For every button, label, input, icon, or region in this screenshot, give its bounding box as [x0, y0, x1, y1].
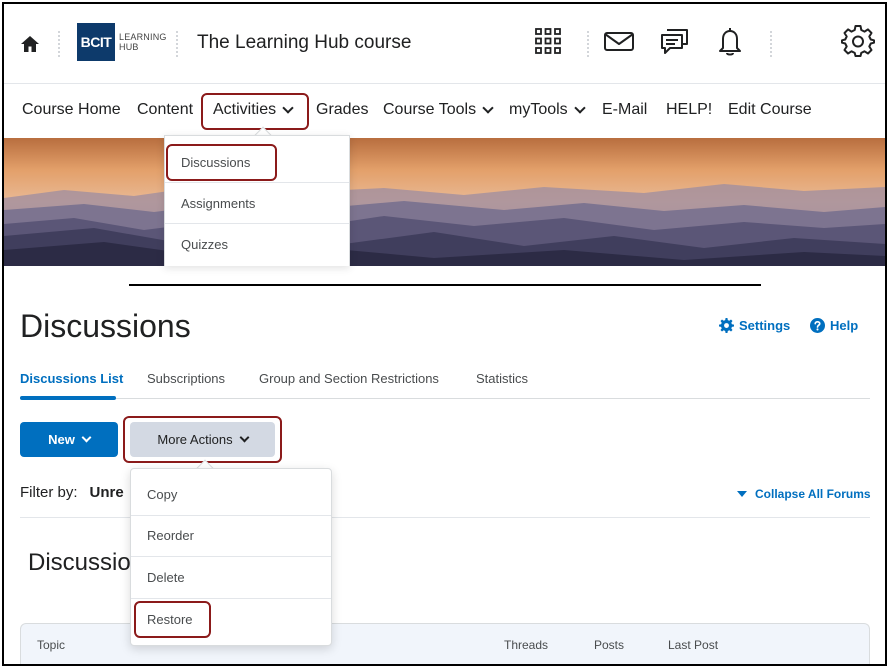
- menu-item-assignments[interactable]: Assignments: [165, 183, 349, 224]
- active-tab-indicator: [20, 396, 116, 400]
- nav-help[interactable]: HELP!: [666, 101, 712, 119]
- course-navbar: Course Home Content Activities Grades Co…: [4, 84, 885, 138]
- new-button[interactable]: New: [20, 422, 118, 457]
- divider: [176, 31, 178, 57]
- settings-link[interactable]: Settings: [719, 318, 790, 333]
- tab-discussions-list[interactable]: Discussions List: [20, 371, 123, 386]
- nav-course-tools[interactable]: Course Tools: [383, 101, 494, 119]
- logo-subtext: LEARNING HUB: [119, 32, 167, 52]
- filter-dropdown[interactable]: Unre: [90, 484, 124, 501]
- chevron-down-icon: [482, 102, 494, 114]
- nav-grades[interactable]: Grades: [316, 101, 368, 119]
- column-header-posts: Posts: [594, 638, 625, 652]
- highlight-restore: [134, 601, 211, 638]
- tab-statistics[interactable]: Statistics: [476, 371, 528, 386]
- tab-subscriptions[interactable]: Subscriptions: [147, 371, 225, 386]
- tab-group-section-restrictions[interactable]: Group and Section Restrictions: [259, 371, 439, 386]
- mail-icon[interactable]: [602, 24, 636, 58]
- caret-down-icon: [737, 491, 747, 497]
- column-header-topic: Topic: [37, 638, 66, 652]
- waffle-grid-icon[interactable]: [531, 24, 565, 58]
- nav-content[interactable]: Content: [137, 101, 193, 119]
- menu-item-delete[interactable]: Delete: [131, 557, 331, 599]
- menu-item-copy[interactable]: Copy: [131, 474, 331, 516]
- discussion-tabs: Discussions List Subscriptions Group and…: [20, 362, 870, 400]
- divider: [587, 31, 589, 57]
- logo-mark: BCIT: [77, 23, 115, 61]
- course-banner-image: [4, 138, 885, 266]
- top-bar: BCIT LEARNING HUB The Learning Hub cours…: [4, 4, 885, 84]
- column-header-threads: Threads: [504, 638, 549, 652]
- screenshot-frame: BCIT LEARNING HUB The Learning Hub cours…: [2, 2, 887, 666]
- forum-section-title: Discussio: [28, 549, 131, 576]
- bcit-logo[interactable]: BCIT LEARNING HUB: [77, 22, 167, 62]
- gear-icon: [719, 318, 734, 333]
- screenshot-divider: [129, 284, 761, 286]
- highlight-activities: [201, 93, 309, 130]
- divider: [770, 31, 772, 57]
- help-link[interactable]: Help: [810, 318, 858, 333]
- help-icon: [810, 318, 825, 333]
- highlight-more-actions: [123, 416, 282, 463]
- nav-mytools[interactable]: myTools: [509, 101, 586, 119]
- bell-icon[interactable]: [713, 24, 747, 58]
- nav-course-home[interactable]: Course Home: [22, 101, 121, 119]
- filter-bar: Filter by: Unre: [20, 484, 124, 501]
- highlight-discussions: [166, 144, 277, 181]
- chevron-down-icon: [81, 432, 92, 443]
- home-icon[interactable]: [20, 34, 40, 54]
- column-header-last-post: Last Post: [668, 638, 719, 652]
- chevron-down-icon: [574, 102, 586, 114]
- nav-email[interactable]: E-Mail: [602, 101, 647, 119]
- page-title: Discussions: [20, 308, 191, 344]
- menu-item-reorder[interactable]: Reorder: [131, 516, 331, 557]
- menu-item-quizzes[interactable]: Quizzes: [165, 224, 349, 265]
- nav-edit-course[interactable]: Edit Course: [728, 101, 812, 119]
- gear-icon[interactable]: [841, 24, 875, 58]
- chat-icon[interactable]: [658, 24, 692, 58]
- course-title[interactable]: The Learning Hub course: [197, 32, 411, 54]
- divider: [58, 31, 60, 57]
- collapse-all-forums-link[interactable]: Collapse All Forums: [737, 487, 871, 501]
